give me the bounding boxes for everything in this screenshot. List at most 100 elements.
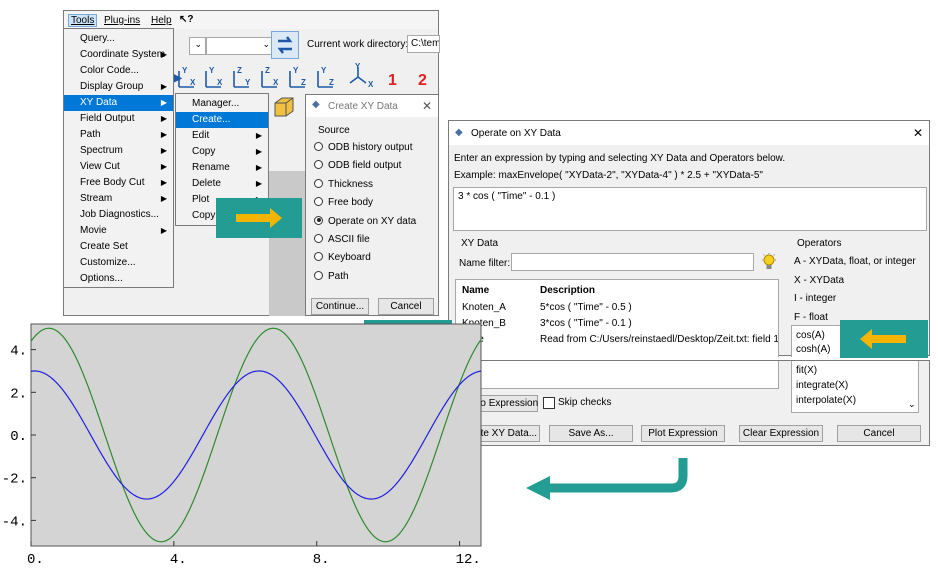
tools-menu-item[interactable]: Movie ▶ <box>64 223 173 239</box>
y-tick-label: 0. <box>10 429 27 445</box>
skip-checks-label: Skip checks <box>558 397 612 408</box>
xy-submenu-item[interactable]: Rename ▶ <box>176 160 268 176</box>
col-description-header[interactable]: Description <box>540 285 595 296</box>
scroll-down-icon[interactable]: ⌄ <box>908 399 916 410</box>
box-3d-icon[interactable] <box>272 95 296 122</box>
svg-text:Y: Y <box>321 66 327 75</box>
source-radio-label: Operate on XY data <box>328 215 417 227</box>
help-pointer-icon[interactable]: ↖? <box>179 14 194 25</box>
source-radio-label: Path <box>328 270 349 282</box>
radio-dot-icon <box>314 197 323 207</box>
svg-text:Y: Y <box>182 66 188 75</box>
cancel-button[interactable]: Cancel <box>378 298 434 315</box>
table-row[interactable]: Knoten_A 5*cos ( "Time" - 0.5 ) <box>456 300 778 316</box>
tools-menu-item[interactable]: Spectrum ▶ <box>64 143 173 159</box>
dialog-action-button[interactable]: Clear Expression <box>739 425 823 442</box>
tools-menu-item-label: Color Code... <box>80 65 139 76</box>
expression-input[interactable]: 3 * cos ( "Time" - 0.1 ) <box>453 187 927 231</box>
table-row[interactable]: Knoten_B 3*cos ( "Time" - 0.1 ) <box>456 316 778 332</box>
table-row[interactable]: TimeRead from C:/Users/reinstaedl/Deskto… <box>456 332 778 348</box>
source-radio[interactable]: ODB history output <box>314 140 412 156</box>
row-name: Knoten_A <box>462 302 506 313</box>
xy-submenu-item-label: Copy <box>192 146 216 157</box>
xy-submenu-item[interactable]: Create... <box>176 112 268 128</box>
operator-item[interactable]: integrate(X) <box>796 380 848 391</box>
xy-submenu-item[interactable]: Edit ▶ <box>176 128 268 144</box>
operator-item[interactable]: interpolate(X) <box>796 395 856 406</box>
tools-menu-item-label: Customize... <box>80 257 136 268</box>
tools-menu-item[interactable]: View Cut ▶ <box>64 159 173 175</box>
menu-help[interactable]: Help <box>151 15 172 26</box>
tools-menu-item[interactable]: Color Code... <box>64 63 173 79</box>
tools-menu-item[interactable]: Coordinate System ▶ <box>64 47 173 63</box>
source-radio[interactable]: Path <box>314 269 349 285</box>
radio-dot-icon <box>314 142 323 151</box>
continue-button[interactable]: Continue... <box>311 298 369 315</box>
menu-plugins[interactable]: Plug-ins <box>104 15 140 26</box>
source-radio[interactable]: Operate on XY data <box>314 214 416 230</box>
name-filter-input[interactable] <box>511 253 754 271</box>
xy-submenu-item-label: Edit <box>192 130 210 141</box>
tools-menu-item[interactable]: Field Output ▶ <box>64 111 173 127</box>
tools-menu-item[interactable]: Options... <box>64 271 173 287</box>
source-radio[interactable]: ASCII file <box>314 232 370 248</box>
cwd-field[interactable]: C:\tem <box>407 35 440 53</box>
radio-dot-icon <box>314 160 323 170</box>
submenu-arrow-icon: ▶ <box>160 50 167 59</box>
xy-submenu-item[interactable]: Copy ▶ <box>176 144 268 160</box>
tools-menu-item[interactable]: Query... <box>64 31 173 47</box>
tools-menu-item[interactable]: Free Body Cut ▶ <box>64 175 173 191</box>
col-name-header[interactable]: Name <box>462 285 489 296</box>
xy-submenu-item-label: Create... <box>192 114 231 125</box>
operate-titlebar: ◆ Operate on XY Data ✕ <box>449 121 929 145</box>
source-radio[interactable]: Thickness <box>314 177 373 193</box>
tools-menu-item[interactable]: Display Group ▶ <box>64 79 173 95</box>
tools-menu-item[interactable]: Path ▶ <box>64 127 173 143</box>
operator-list-bottom[interactable]: fit(X) integrate(X) interpolate(X) ⌄ <box>791 361 919 413</box>
teal-highlight-2 <box>840 320 928 358</box>
dialog-action-button[interactable]: Cancel <box>837 425 921 442</box>
refresh-icon[interactable] <box>271 31 299 59</box>
lightbulb-icon[interactable] <box>761 253 777 274</box>
tools-menu-item-label: Job Diagnostics... <box>80 209 159 220</box>
operate-close-icon[interactable]: ✕ <box>913 126 923 140</box>
close-icon[interactable]: ✕ <box>422 99 432 113</box>
x-tick-label: 8. <box>313 552 330 568</box>
operator-item[interactable]: cosh(A) <box>796 344 830 355</box>
submenu-arrow-icon: ▶ <box>160 130 167 139</box>
xy-plot-svg: 0. 4. 8. 12. 4. 2. 0. -2. -4. <box>2 323 482 568</box>
operator-item[interactable]: fit(X) <box>796 365 817 376</box>
source-radio[interactable]: Keyboard <box>314 250 371 266</box>
operator-item[interactable]: cos(A) <box>796 330 825 341</box>
skip-checks-checkbox[interactable] <box>543 397 555 409</box>
xy-submenu-item[interactable]: Manager... <box>176 96 268 112</box>
source-radio[interactable]: ODB field output <box>314 158 401 174</box>
radio-dot-icon <box>314 234 323 243</box>
dialog-action-button[interactable]: Plot Expression <box>641 425 725 442</box>
tools-menu-item-label: Path <box>80 129 101 140</box>
svg-text:Z: Z <box>265 66 270 75</box>
tools-menu-item[interactable]: Stream ▶ <box>64 191 173 207</box>
menubar: Tools Plug-ins Help ↖? <box>64 11 438 29</box>
xy-submenu-item-label: Rename <box>192 162 230 173</box>
svg-text:Z: Z <box>301 78 306 87</box>
combo-2[interactable]: ⌄ <box>206 37 274 55</box>
menu-tools[interactable]: Tools <box>68 14 98 27</box>
axis-view-icons[interactable]: YX YX ZY ZX YZ YZ YX 1 2 <box>176 62 440 93</box>
tools-menu-item[interactable]: Job Diagnostics... <box>64 207 173 223</box>
tools-menu-item-label: Options... <box>80 273 123 284</box>
xy-submenu-item[interactable]: Delete ▶ <box>176 176 268 192</box>
source-radio[interactable]: Free body <box>314 195 373 211</box>
tools-menu-item[interactable]: Customize... <box>64 255 173 271</box>
expression-text: 3 * cos ( "Time" - 0.1 ) <box>458 191 556 202</box>
dialog-action-button[interactable]: Save As... <box>549 425 633 442</box>
tools-menu-item[interactable]: XY Data ▶ <box>64 95 173 111</box>
operate-diamond-icon: ◆ <box>455 127 463 138</box>
combo-1[interactable]: ⌄ <box>189 37 206 55</box>
create-xy-data-dialog: ◆ Create XY Data ✕ Source ODB history ou… <box>305 94 439 316</box>
x-tick-label: 4. <box>170 552 187 568</box>
tools-menu-item[interactable]: Create Set <box>64 239 173 255</box>
left-arrow-icon <box>860 329 906 349</box>
operator-type-label: X - XYData <box>794 274 845 286</box>
operator-type-label: F - float <box>794 311 828 323</box>
